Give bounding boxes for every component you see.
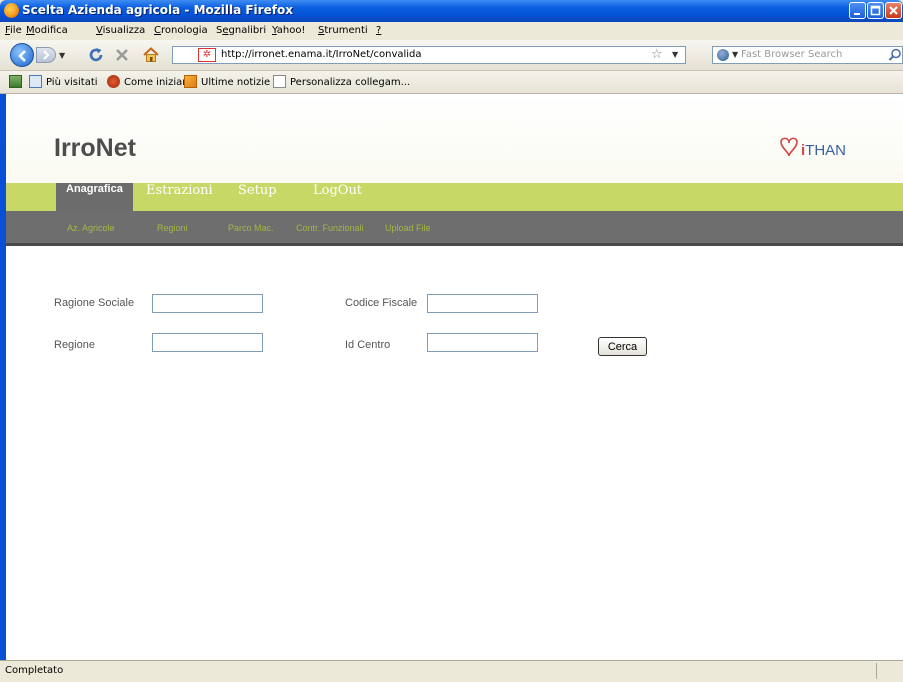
bookmark-personalizza[interactable]: Personalizza collegam... xyxy=(273,75,410,88)
minimize-icon xyxy=(854,13,860,15)
menu-help[interactable]: ? xyxy=(376,25,381,36)
menu-segnalibri[interactable]: Segnalibri xyxy=(216,25,266,36)
tab-logout[interactable]: LogOut xyxy=(313,183,362,211)
main-navigation: Anagrafica Estrazioni Setup LogOut xyxy=(6,183,903,211)
codice-fiscale-label: Codice Fiscale xyxy=(345,297,418,309)
codice-fiscale-input[interactable] xyxy=(427,294,538,313)
menu-modifica[interactable]: Modifica xyxy=(26,25,68,36)
search-bar[interactable]: ▼ Fast Browser Search xyxy=(712,46,903,64)
forward-button[interactable] xyxy=(36,47,56,63)
window-title-bar[interactable]: Scelta Azienda agricola - Mozilla Firefo… xyxy=(0,0,903,22)
folder-icon xyxy=(29,75,42,88)
stop-icon[interactable] xyxy=(115,48,129,62)
status-text: Completato xyxy=(5,665,64,676)
bookmarks-folder-icon xyxy=(9,75,22,88)
site-header: IrroNet iTHAN xyxy=(6,94,903,183)
site-logo-text[interactable]: IrroNet xyxy=(54,134,136,163)
menu-strumenti[interactable]: Strumenti xyxy=(318,25,368,36)
firefox-icon xyxy=(4,3,19,18)
partner-logo-text: iTHAN xyxy=(801,142,847,159)
menu-cronologia[interactable]: Cronologia xyxy=(154,25,208,36)
menu-visualizza[interactable]: Visualizza xyxy=(96,25,145,36)
ithan-logo-icon xyxy=(780,137,798,157)
site-favicon-icon: ✲ xyxy=(198,48,216,62)
regione-label: Regione xyxy=(54,339,95,351)
history-dropdown-icon[interactable]: ▼ xyxy=(59,51,65,60)
bookmark-ultime-notizie[interactable]: Ultime notizie xyxy=(184,75,270,88)
arrow-right-icon xyxy=(43,50,50,60)
url-dropdown-icon[interactable]: ▼ xyxy=(672,50,678,59)
cerca-button[interactable]: Cerca xyxy=(598,337,647,356)
close-button[interactable] xyxy=(885,2,902,19)
status-bar: Completato xyxy=(0,660,903,682)
menu-file[interactable]: File xyxy=(5,25,22,36)
sub-navigation: Az. Agricole Regioni Parco Mac. Contr. F… xyxy=(6,211,903,246)
search-engine-icon[interactable] xyxy=(717,49,729,61)
reload-icon[interactable] xyxy=(88,47,104,63)
subnav-regioni[interactable]: Regioni xyxy=(157,223,188,233)
status-divider xyxy=(876,663,877,679)
id-centro-input[interactable] xyxy=(427,333,538,352)
minimize-button[interactable] xyxy=(849,2,866,19)
bookmark-piu-visitati[interactable]: Più visitati xyxy=(29,75,98,88)
subnav-parco-mac[interactable]: Parco Mac. xyxy=(228,223,274,233)
regione-input[interactable] xyxy=(152,333,263,352)
page-icon xyxy=(273,75,286,88)
bookmarks-toolbar: Più visitati Come iniziare Ultime notizi… xyxy=(0,71,903,94)
search-engine-dropdown-icon[interactable]: ▼ xyxy=(732,50,738,59)
maximize-button[interactable] xyxy=(867,2,884,19)
maximize-icon xyxy=(870,5,881,16)
subnav-contr-funzionali[interactable]: Contr. Funzionali xyxy=(296,223,364,233)
bookmarks-manager-icon[interactable] xyxy=(9,75,26,88)
tab-estrazioni[interactable]: Estrazioni xyxy=(146,183,213,211)
menu-yahoo[interactable]: Yahoo! xyxy=(272,25,305,36)
ragione-sociale-label: Ragione Sociale xyxy=(54,297,135,309)
close-icon xyxy=(889,6,898,15)
menu-bar: File Modifica Visualizza Cronologia Segn… xyxy=(0,22,903,40)
navigation-toolbar: ▼ ✲ http://irronet.enama.it/IrroNet/conv… xyxy=(0,40,903,71)
search-icon[interactable] xyxy=(888,48,902,62)
window-title: Scelta Azienda agricola - Mozilla Firefo… xyxy=(22,3,293,17)
search-input[interactable]: Fast Browser Search xyxy=(741,49,842,60)
page-content: IrroNet iTHAN Anagrafica Estrazioni Setu… xyxy=(6,94,903,660)
bookmark-star-icon[interactable]: ☆ xyxy=(651,47,663,62)
ragione-sociale-input[interactable] xyxy=(152,294,263,313)
tab-anagrafica[interactable]: Anagrafica xyxy=(56,183,133,211)
arrow-left-icon xyxy=(18,50,26,62)
url-bar[interactable]: ✲ http://irronet.enama.it/IrroNet/conval… xyxy=(172,46,686,64)
firefox-bookmark-icon xyxy=(107,75,120,88)
home-icon[interactable] xyxy=(143,47,159,63)
tab-setup[interactable]: Setup xyxy=(238,183,277,211)
bookmark-come-iniziare[interactable]: Come iniziare xyxy=(107,75,192,88)
subnav-upload-file[interactable]: Upload File xyxy=(385,223,431,233)
rss-icon xyxy=(184,75,197,88)
id-centro-label: Id Centro xyxy=(345,339,391,351)
subnav-az-agricole[interactable]: Az. Agricole xyxy=(67,223,115,233)
back-button[interactable] xyxy=(10,43,34,67)
url-text[interactable]: http://irronet.enama.it/IrroNet/convalid… xyxy=(221,49,422,60)
